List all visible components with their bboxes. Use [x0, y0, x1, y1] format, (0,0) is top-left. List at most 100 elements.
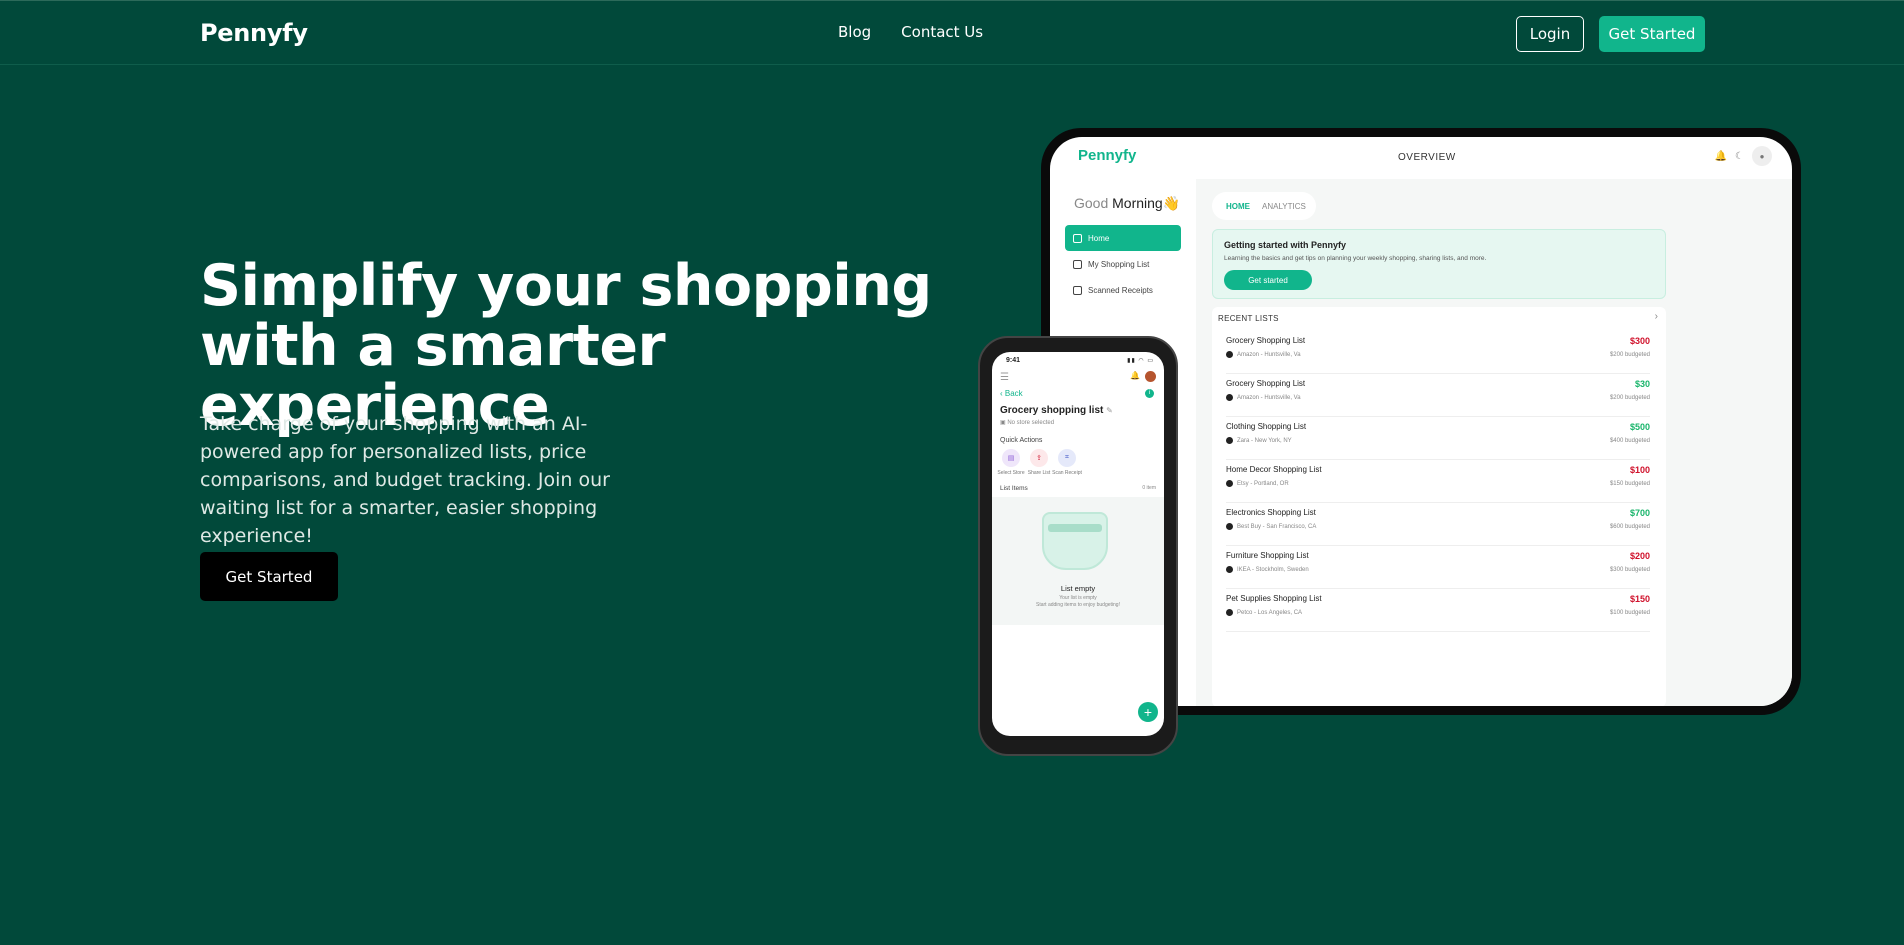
tablet-brand: Pennyfy — [1078, 147, 1137, 164]
list-amount: $500 — [1629, 422, 1650, 432]
list-amount: $300 — [1629, 336, 1650, 346]
bag-rim — [1048, 524, 1102, 532]
hero-title-line1: Simplify your shopping — [200, 253, 932, 319]
tablet-header-title: OVERVIEW — [1398, 152, 1456, 163]
wave-icon: 👋 — [1162, 195, 1181, 211]
list-name: Grocery Shopping List — [1226, 379, 1306, 388]
nav-get-started-button[interactable]: Get Started — [1599, 16, 1705, 52]
empty-title: List empty — [1060, 584, 1096, 593]
avatar[interactable] — [1145, 371, 1156, 382]
top-nav: Pennyfy Blog Contact Us Login Get Starte… — [0, 0, 1904, 65]
list-store: Etsy - Portland, OR — [1226, 480, 1289, 487]
list-store: Amazon - Huntsville, Va — [1226, 394, 1301, 401]
add-item-button[interactable]: + — [1138, 702, 1158, 722]
scan-icon: ⌗ — [1058, 449, 1076, 467]
store-logo-icon — [1226, 480, 1233, 487]
list-item[interactable]: Grocery Shopping List Amazon - Huntsville… — [1226, 374, 1650, 417]
list-item[interactable]: Electronics Shopping List Best Buy - San … — [1226, 503, 1650, 546]
list-budget: $200 budgeted — [1609, 352, 1650, 358]
item-count: 0 item — [1142, 485, 1156, 491]
empty-subtitle-2: Start adding items to enjoy budgeting! — [1036, 602, 1120, 608]
recent-lists: RECENT LISTS › Grocery Shopping List Amaz… — [1212, 307, 1666, 706]
phone-mockup: 9:41 ▮▮ ◠ ▭ ☰ 🔔 ‹ Back i Grocery shoppin… — [978, 336, 1178, 756]
list-amount: $700 — [1629, 508, 1650, 518]
tab-analytics[interactable]: ANALYTICS — [1262, 202, 1306, 211]
share-icon: ⇪ — [1030, 449, 1048, 467]
sidebar-item-shopping-list[interactable]: My Shopping List — [1065, 251, 1181, 277]
store-logo-icon — [1226, 609, 1233, 616]
list-budget: $200 budgeted — [1609, 395, 1650, 401]
card-get-started-button[interactable]: Get started — [1224, 270, 1312, 290]
list-store: Petco - Los Angeles, CA — [1226, 609, 1302, 616]
bell-icon[interactable]: 🔔 — [1130, 371, 1140, 380]
list-item[interactable]: Clothing Shopping List Zara - New York, N… — [1226, 417, 1650, 460]
list-amount: $200 — [1629, 551, 1650, 561]
nav-link-blog[interactable]: Blog — [838, 23, 871, 41]
list-amount: $30 — [1634, 379, 1650, 389]
receipt-icon — [1073, 285, 1082, 295]
store-icon: ▤ — [1002, 449, 1020, 467]
tablet-topbar: Pennyfy OVERVIEW 🔔 ☾ ● — [1050, 137, 1792, 179]
list-name: Home Decor Shopping List — [1226, 465, 1322, 474]
list-store: IKEA - Stockholm, Sweden — [1226, 566, 1309, 573]
select-store-action[interactable]: ▤ Select Store — [996, 449, 1026, 476]
list-amount: $100 — [1629, 465, 1650, 475]
edit-icon[interactable]: ✎ — [1106, 406, 1113, 415]
phone-screen: 9:41 ▮▮ ◠ ▭ ☰ 🔔 ‹ Back i Grocery shoppin… — [992, 352, 1164, 736]
list-amount: $150 — [1629, 594, 1650, 604]
list-item[interactable]: Pet Supplies Shopping List Petco - Los An… — [1226, 589, 1650, 632]
store-logo-icon — [1226, 437, 1233, 444]
scan-receipt-action[interactable]: ⌗ Scan Receipt — [1052, 449, 1082, 476]
store-logo-icon — [1226, 523, 1233, 530]
hero-get-started-button[interactable]: Get Started — [200, 552, 338, 601]
chevron-right-icon[interactable]: › — [1655, 311, 1658, 322]
store-logo-icon — [1226, 394, 1233, 401]
store-logo-icon — [1226, 351, 1233, 358]
recent-lists-title: RECENT LISTS — [1218, 314, 1279, 323]
brand-logo[interactable]: Pennyfy — [200, 19, 308, 47]
store-logo-icon — [1226, 566, 1233, 573]
list-name: Clothing Shopping List — [1226, 422, 1307, 431]
menu-icon[interactable]: ☰ — [1000, 372, 1009, 383]
sidebar-item-scanned-receipts[interactable]: Scanned Receipts — [1065, 277, 1181, 303]
list-items-label: List Items — [1000, 485, 1028, 492]
tablet-tabs: HOME ANALYTICS — [1212, 192, 1316, 220]
hero-title: Simplify your shopping with a smarter ex… — [200, 256, 960, 436]
list-name: Furniture Shopping List — [1226, 551, 1309, 560]
back-button[interactable]: ‹ Back — [1000, 389, 1023, 398]
nav-links: Blog Contact Us — [838, 23, 983, 41]
login-button[interactable]: Login — [1516, 16, 1584, 52]
phone-time: 9:41 — [1006, 357, 1021, 364]
nav-link-contact[interactable]: Contact Us — [901, 23, 983, 41]
tab-home[interactable]: HOME — [1226, 202, 1250, 211]
home-icon — [1073, 233, 1082, 243]
signal-icon: ▮▮ ◠ ▭ — [1127, 358, 1154, 364]
info-icon[interactable]: i — [1145, 389, 1154, 398]
tablet-header-icons: 🔔 ☾ ● — [1715, 146, 1772, 166]
list-store: Best Buy - San Francisco, CA — [1226, 523, 1316, 530]
list-budget: $300 budgeted — [1609, 567, 1650, 573]
list-budget: $150 budgeted — [1609, 481, 1650, 487]
list-budget: $100 budgeted — [1609, 610, 1650, 616]
list-store: Amazon - Huntsville, Va — [1226, 351, 1301, 358]
list-item[interactable]: Furniture Shopping List IKEA - Stockholm,… — [1226, 546, 1650, 589]
list-item[interactable]: Home Decor Shopping List Etsy - Portland,… — [1226, 460, 1650, 503]
shopping-bag-illustration-icon — [1042, 512, 1108, 570]
moon-icon: ☾ — [1735, 150, 1744, 162]
getting-started-card: Getting started with Pennyfy Learning th… — [1212, 229, 1666, 299]
quick-actions-label: Quick Actions — [1000, 437, 1043, 444]
avatar: ● — [1752, 146, 1772, 166]
share-list-action[interactable]: ⇪ Share List — [1024, 449, 1054, 476]
bell-icon: 🔔 — [1714, 150, 1728, 162]
list-name: Grocery Shopping List — [1226, 336, 1306, 345]
card-text: Learning the basics and get tips on plan… — [1224, 255, 1487, 262]
list-icon — [1073, 259, 1082, 269]
greeting: Good Morning👋 — [1074, 195, 1181, 211]
list-item[interactable]: Grocery Shopping List Amazon - Huntsville… — [1226, 331, 1650, 374]
card-title: Getting started with Pennyfy — [1224, 240, 1347, 250]
list-name: Electronics Shopping List — [1226, 508, 1316, 517]
sidebar-item-home[interactable]: Home — [1065, 225, 1181, 251]
tablet-main: HOME ANALYTICS Getting started with Penn… — [1196, 179, 1792, 706]
empty-subtitle: Your list is empty — [1059, 595, 1097, 601]
list-store: Zara - New York, NY — [1226, 437, 1292, 444]
